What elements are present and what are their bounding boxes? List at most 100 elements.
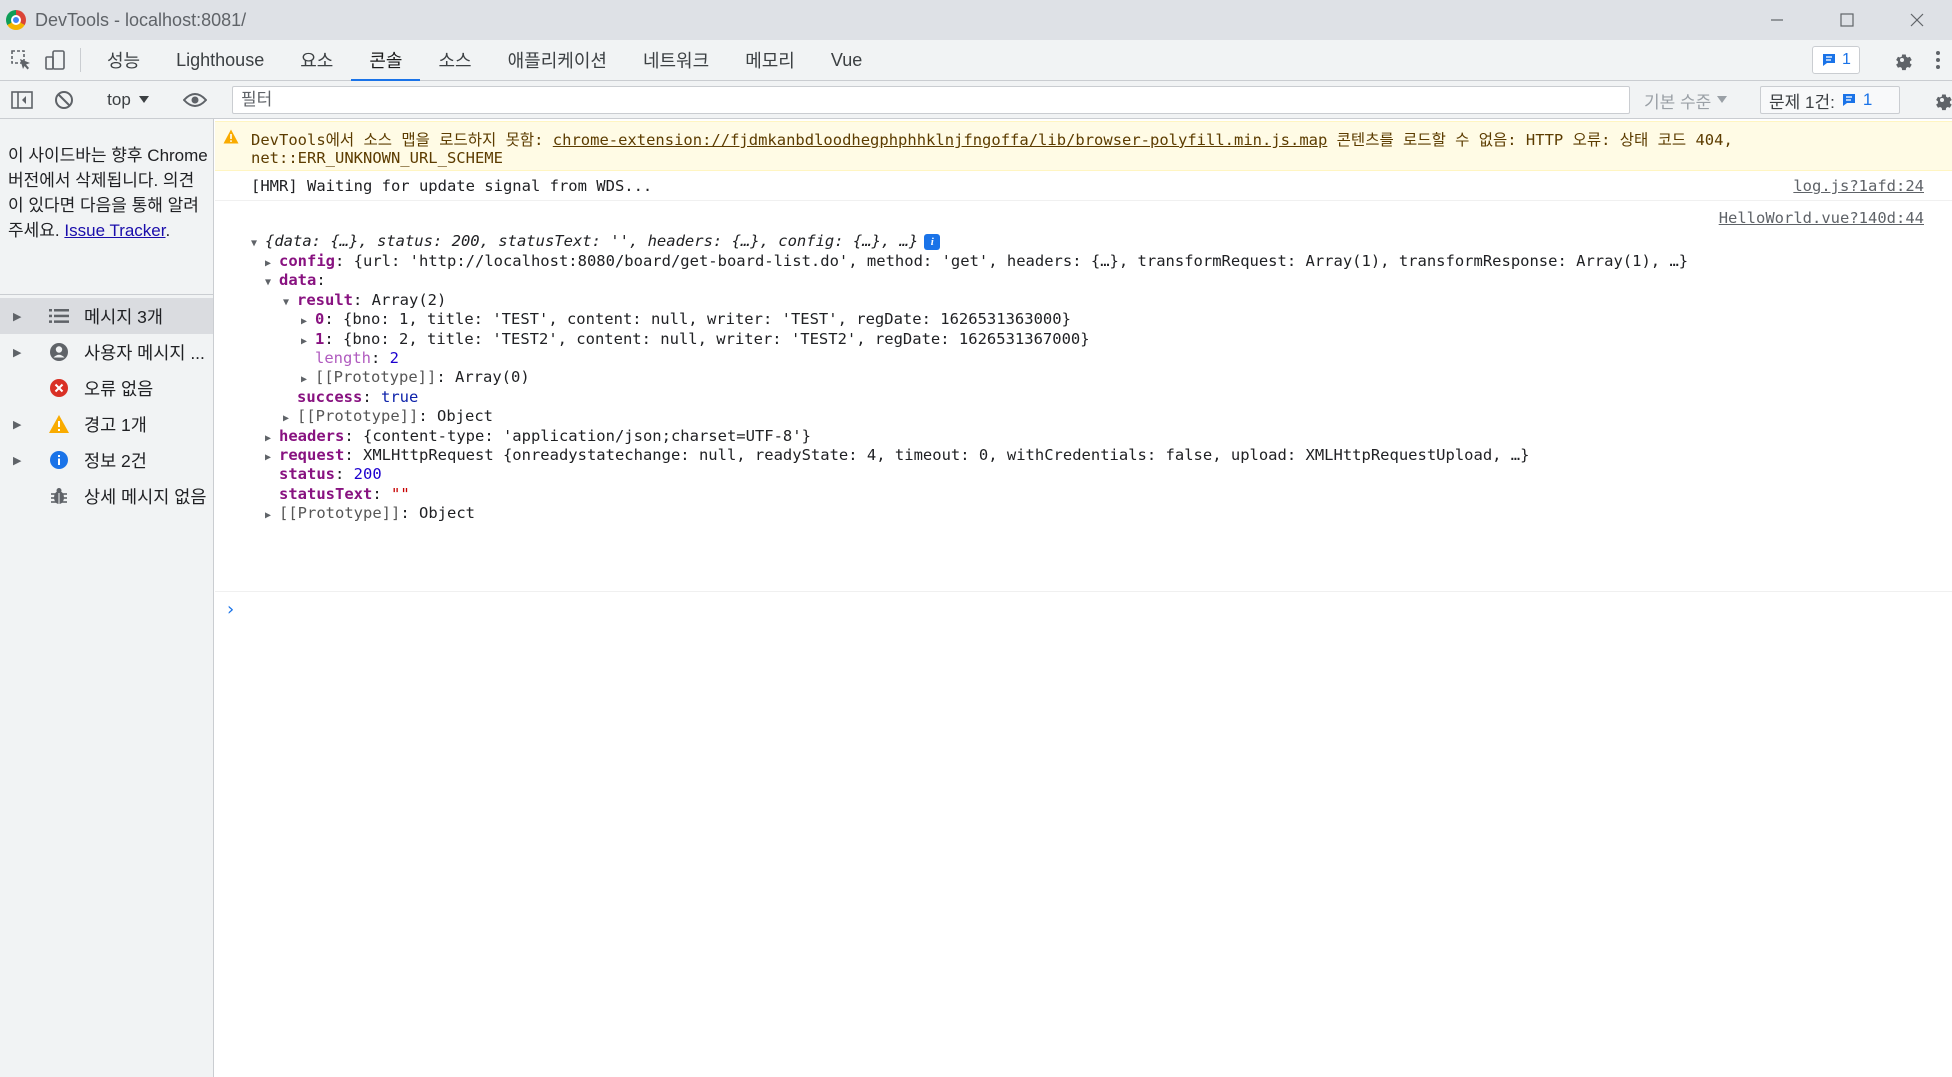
expand-arrow-icon[interactable]: ▶ bbox=[301, 332, 315, 352]
minimize-icon bbox=[1771, 19, 1783, 21]
log-text: [HMR] Waiting for update signal from WDS… bbox=[251, 177, 653, 195]
sidebar-item-info[interactable]: ▶ 정보 2건 bbox=[0, 442, 213, 478]
maximize-button[interactable] bbox=[1812, 0, 1882, 40]
log-levels-label: 기본 수준 bbox=[1644, 92, 1712, 112]
sidebar-item-warnings[interactable]: ▶ 경고 1개 bbox=[0, 406, 213, 442]
tab-console[interactable]: 콘솔 bbox=[351, 40, 421, 81]
console-prompt[interactable]: › bbox=[225, 599, 236, 620]
gear-icon bbox=[1936, 94, 1952, 111]
property-key: headers bbox=[279, 427, 345, 445]
property-value: 200 bbox=[353, 465, 382, 483]
more-options-button[interactable] bbox=[1930, 46, 1946, 74]
toolbar-divider bbox=[80, 48, 81, 72]
tab-sources[interactable]: 소스 bbox=[420, 40, 489, 80]
sidebar-item-verbose[interactable]: 상세 메시지 없음 bbox=[0, 478, 213, 514]
tab-application[interactable]: 애플리케이션 bbox=[490, 40, 625, 80]
minimize-button[interactable] bbox=[1742, 0, 1812, 40]
inspect-element-button[interactable] bbox=[4, 43, 38, 77]
tab-performance[interactable]: 성능 bbox=[89, 40, 158, 80]
issue-tracker-link[interactable]: Issue Tracker bbox=[64, 221, 165, 240]
object-property-row: success: true bbox=[297, 388, 419, 406]
object-property-row[interactable]: ▶ config: {url: 'http://localhost:8080/bo… bbox=[265, 251, 1688, 271]
list-icon bbox=[48, 305, 70, 327]
object-property-row[interactable]: ▼ result: Array(2) bbox=[283, 290, 446, 310]
issues-label: 문제 1건: bbox=[1769, 92, 1835, 112]
property-key: request bbox=[279, 446, 345, 464]
message-icon bbox=[1842, 94, 1855, 106]
toggle-sidebar-button[interactable] bbox=[8, 81, 36, 119]
expand-arrow-icon[interactable]: ▶ bbox=[13, 454, 25, 467]
sidebar-item-label: 경고 1개 bbox=[84, 414, 147, 435]
console-settings-button[interactable] bbox=[1928, 86, 1952, 114]
gear-icon bbox=[1896, 54, 1912, 71]
filter-input[interactable] bbox=[232, 86, 1630, 114]
sidebar-note-suffix: . bbox=[165, 221, 171, 240]
object-source-link[interactable]: HelloWorld.vue?140d:44 bbox=[1719, 209, 1924, 227]
object-property-row[interactable]: ▶ headers: {content-type: 'application/js… bbox=[265, 426, 811, 446]
object-property-row: statusText: "" bbox=[279, 485, 410, 503]
property-key: config bbox=[279, 252, 335, 270]
expand-arrow-icon[interactable]: ▶ bbox=[13, 418, 25, 431]
property-key: status bbox=[279, 465, 335, 483]
object-property-row[interactable]: ▶ [[Prototype]]: Array(0) bbox=[301, 367, 530, 387]
sidebar-divider bbox=[0, 294, 214, 295]
object-property-row[interactable]: ▶ 0: {bno: 1, title: 'TEST', content: nul… bbox=[301, 309, 1071, 329]
expand-arrow-icon[interactable]: ▶ bbox=[265, 506, 279, 526]
object-property-row[interactable]: ▶ [[Prototype]]: Object bbox=[265, 503, 475, 523]
clear-console-button[interactable] bbox=[50, 81, 78, 119]
property-value: {bno: 1, title: 'TEST', content: null, w… bbox=[343, 310, 1071, 328]
device-toolbar-button[interactable] bbox=[38, 43, 72, 77]
device-icon bbox=[45, 50, 65, 70]
console-warning-message: DevTools에서 소스 맵을 로드하지 못함: chrome-extensi… bbox=[215, 121, 1952, 171]
object-property-row[interactable]: ▼ data: bbox=[265, 270, 326, 290]
inspect-cursor-icon bbox=[11, 50, 30, 70]
tab-elements[interactable]: 요소 bbox=[282, 40, 351, 80]
property-key: 1 bbox=[315, 330, 325, 348]
live-expression-button[interactable] bbox=[178, 81, 212, 119]
collapse-arrow-icon[interactable]: ▼ bbox=[265, 273, 279, 293]
console-log-message: [HMR] Waiting for update signal from WDS… bbox=[215, 171, 1952, 201]
context-selector[interactable]: top bbox=[96, 81, 160, 119]
maximize-icon bbox=[1840, 13, 1854, 27]
tab-vue[interactable]: Vue bbox=[813, 40, 880, 80]
object-property-row[interactable]: ▶ [[Prototype]]: Object bbox=[283, 406, 493, 426]
object-property-row[interactable]: ▶ 1: {bno: 2, title: 'TEST2', content: nu… bbox=[301, 329, 1090, 349]
property-key: result bbox=[297, 291, 353, 309]
property-value: true bbox=[381, 388, 419, 406]
sidebar-toggle-icon bbox=[11, 91, 33, 109]
issues-count: 1 bbox=[1862, 90, 1873, 109]
log-source-link[interactable]: log.js?1afd:24 bbox=[1793, 177, 1924, 195]
property-key: [[Prototype]] bbox=[297, 407, 419, 425]
sidebar-deprecation-note: 이 사이드바는 향후 Chrome 버전에서 삭제됩니다. 의견이 있다면 다음… bbox=[8, 143, 208, 243]
collapse-arrow-icon[interactable]: ▼ bbox=[283, 293, 297, 313]
sidebar-item-user-messages[interactable]: ▶ 사용자 메시지 ... bbox=[0, 334, 213, 370]
expand-arrow-icon[interactable]: ▶ bbox=[13, 346, 25, 359]
close-button[interactable] bbox=[1882, 0, 1952, 40]
object-summary-row[interactable]: ▼ {data: {…}, status: 200, statusText: ''… bbox=[251, 231, 941, 254]
console-sidebar: 이 사이드바는 향후 Chrome 버전에서 삭제됩니다. 의견이 있다면 다음… bbox=[0, 119, 214, 1077]
tab-memory[interactable]: 메모리 bbox=[727, 40, 813, 80]
sidebar-item-label: 메시지 3개 bbox=[84, 306, 163, 327]
window-title: DevTools - localhost:8081/ bbox=[35, 9, 247, 30]
property-key: 0 bbox=[315, 310, 325, 328]
warning-suffix: 콘텐츠를 로드할 수 없음: HTTP 오류: 상태 코드 404, bbox=[1336, 131, 1733, 149]
message-icon bbox=[1823, 54, 1835, 66]
sidebar-item-errors[interactable]: 오류 없음 bbox=[0, 370, 213, 406]
issues-badge-button[interactable]: 1 bbox=[1812, 46, 1860, 74]
console-toolbar: top 기본 수준 문제 1건: 1 bbox=[0, 81, 1952, 119]
property-value: Array(0) bbox=[455, 368, 530, 386]
tab-lighthouse[interactable]: Lighthouse bbox=[158, 40, 282, 80]
expand-arrow-icon[interactable]: ▶ bbox=[13, 310, 25, 323]
sidebar-item-label: 오류 없음 bbox=[84, 378, 154, 399]
collapse-arrow-icon[interactable]: ▼ bbox=[251, 234, 265, 254]
source-map-link[interactable]: chrome-extension://fjdmkanbdloodhegphphh… bbox=[553, 131, 1328, 149]
expand-arrow-icon[interactable]: ▶ bbox=[265, 448, 279, 468]
issues-button[interactable]: 문제 1건: 1 bbox=[1760, 86, 1900, 114]
close-icon bbox=[1910, 13, 1924, 27]
log-levels-dropdown[interactable]: 기본 수준 bbox=[1644, 81, 1728, 119]
info-badge-icon[interactable]: i bbox=[924, 233, 941, 250]
object-property-row[interactable]: ▶ request: XMLHttpRequest {onreadystatech… bbox=[265, 445, 1529, 465]
settings-button[interactable] bbox=[1888, 46, 1916, 74]
sidebar-item-messages[interactable]: ▶ 메시지 3개 bbox=[0, 298, 213, 334]
tab-network[interactable]: 네트워크 bbox=[625, 40, 727, 80]
